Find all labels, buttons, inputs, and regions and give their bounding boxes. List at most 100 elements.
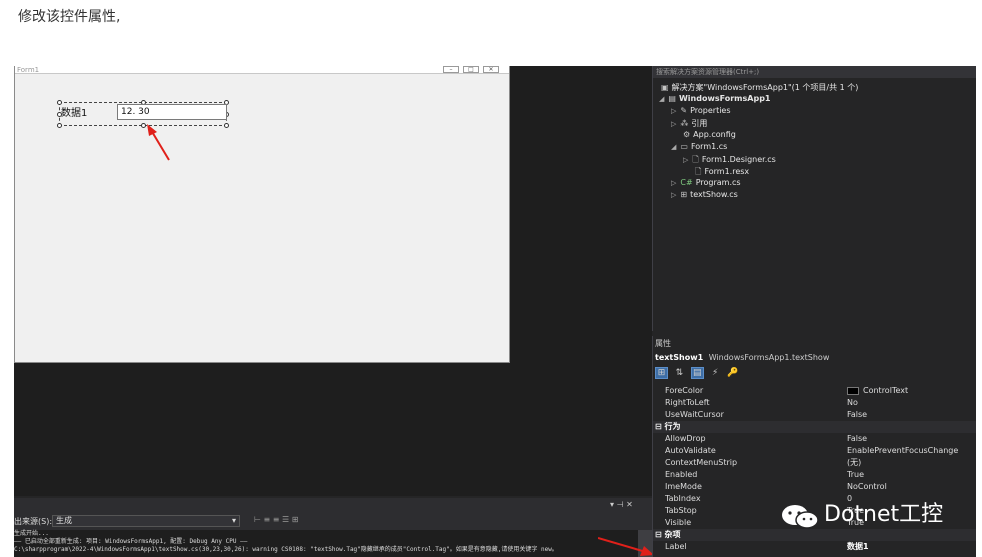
collapsed-arrow-icon: ▷ bbox=[671, 191, 677, 199]
form-title: Form1 bbox=[17, 66, 40, 74]
property-pages-icon[interactable]: 🔑 bbox=[727, 368, 740, 380]
property-row[interactable]: UseWaitCursor False bbox=[653, 409, 976, 421]
collapsed-arrow-icon: ▷ bbox=[671, 120, 677, 128]
properties-toolbar: ⊞ ⇅ ▤ ⚡ 🔑 bbox=[655, 367, 742, 381]
properties-view-icon[interactable]: ▤ bbox=[690, 367, 704, 379]
output-source-select[interactable]: 生成 ▾ bbox=[52, 515, 240, 527]
property-value: ControlText bbox=[847, 385, 908, 397]
property-value: False bbox=[847, 410, 868, 419]
tree-item-label: 引用 bbox=[691, 119, 708, 128]
category-name: 杂项 bbox=[664, 530, 681, 539]
watermark-text: Dotnet工控 bbox=[824, 502, 944, 527]
property-name: AllowDrop bbox=[665, 434, 706, 443]
tree-item-textshow[interactable]: ▷ ⊞ textShow.cs bbox=[671, 190, 738, 199]
solution-icon: ▣ bbox=[661, 83, 669, 92]
property-row[interactable]: Label 数据1 bbox=[653, 541, 976, 553]
designer-surface: Form1 – □ ✕ 数据1 12. 30 bbox=[14, 66, 652, 496]
output-panel-header: ▾ ⊣ ✕ bbox=[14, 498, 652, 512]
output-text: 生成开始... —— 已启动全部重新生成: 项目: WindowsFormsAp… bbox=[14, 530, 638, 557]
form-icon: ▭ bbox=[680, 142, 688, 151]
tree-item-app-config[interactable]: ⚙ App.config bbox=[683, 130, 736, 139]
property-name: TabStop bbox=[665, 506, 697, 515]
resx-file-icon: 🗋 bbox=[695, 167, 702, 176]
output-toolbar: 出来源(S): 生成 ▾ ⊢ ≡ ≡ ☰ ⊞ bbox=[14, 512, 652, 530]
expanded-arrow-icon: ◢ bbox=[671, 143, 677, 151]
watermark: Dotnet工控 bbox=[780, 498, 970, 532]
tree-item-program[interactable]: ▷ C# Program.cs bbox=[671, 178, 741, 187]
property-row[interactable]: ForeColor ControlText bbox=[653, 385, 976, 397]
property-name: ContextMenuStrip bbox=[665, 458, 738, 467]
form1-design-window[interactable]: Form1 – □ ✕ 数据1 12. 30 bbox=[14, 66, 510, 363]
property-value: (无) bbox=[847, 458, 862, 467]
expanded-arrow-icon: ◢ bbox=[659, 95, 665, 103]
property-row[interactable]: AutoValidate EnablePreventFocusChange bbox=[653, 445, 976, 457]
wrench-icon: ✎ bbox=[680, 106, 688, 115]
events-icon[interactable]: ⚡ bbox=[709, 368, 722, 380]
property-value: False bbox=[847, 434, 868, 443]
property-name: ForeColor bbox=[665, 386, 704, 395]
resize-handle[interactable] bbox=[224, 123, 229, 128]
properties-object-selector[interactable]: textShow1 WindowsFormsApp1.textShow bbox=[655, 352, 976, 364]
property-name: TabIndex bbox=[665, 494, 701, 503]
maximize-icon: □ bbox=[463, 66, 479, 73]
visual-studio-screenshot: Form1 – □ ✕ 数据1 12. 30 ▾ ⊣ ✕ 出来源(S): 生成 … bbox=[14, 66, 976, 557]
object-name: textShow1 bbox=[655, 353, 704, 362]
minimize-icon: – bbox=[443, 66, 459, 73]
tree-item-label: Form1.resx bbox=[704, 167, 750, 176]
csharp-file-icon: C# bbox=[680, 178, 693, 187]
property-row[interactable]: RightToLeft No bbox=[653, 397, 976, 409]
property-value: No bbox=[847, 398, 858, 407]
tree-item-solution[interactable]: ▣ 解决方案"WindowsFormsApp1"(1 个项目/共 1 个) bbox=[661, 82, 858, 93]
property-name: Enabled bbox=[665, 470, 698, 479]
property-category[interactable]: ⊟ 行为 bbox=[653, 421, 976, 433]
property-value: 数据1 bbox=[847, 542, 869, 551]
tree-item-properties[interactable]: ▷ ✎ Properties bbox=[671, 106, 731, 115]
property-name: UseWaitCursor bbox=[665, 410, 724, 419]
property-name: Label bbox=[665, 542, 687, 551]
categorized-icon[interactable]: ⊞ bbox=[655, 367, 668, 379]
output-source-value: 生成 bbox=[56, 516, 72, 525]
property-value: True bbox=[847, 470, 864, 479]
control-textbox[interactable]: 12. 30 bbox=[117, 104, 227, 120]
tree-item-label: 解决方案"WindowsFormsApp1"(1 个项目/共 1 个) bbox=[671, 83, 859, 92]
form-title-bar: Form1 bbox=[15, 66, 509, 74]
alphabetical-icon[interactable]: ⇅ bbox=[673, 368, 686, 380]
tree-item-label: App.config bbox=[693, 130, 736, 139]
resize-handle[interactable] bbox=[57, 123, 62, 128]
category-name: 行为 bbox=[664, 422, 681, 431]
tree-item-label: Form1.Designer.cs bbox=[701, 155, 776, 164]
panel-pin-icon[interactable]: ▾ ⊣ ✕ bbox=[610, 500, 633, 509]
solution-search-input[interactable]: 搜索解决方案资源管理器(Ctrl+;) bbox=[653, 66, 976, 78]
collapsed-arrow-icon: ▷ bbox=[671, 107, 677, 115]
property-value-text: ControlText bbox=[863, 386, 909, 395]
output-toolbar-icons[interactable]: ⊢ ≡ ≡ ☰ ⊞ bbox=[254, 515, 298, 524]
property-row[interactable]: Enabled True bbox=[653, 469, 976, 481]
collapsed-arrow-icon: ▷ bbox=[683, 156, 689, 164]
caption-text: 修改该控件属性, bbox=[18, 9, 121, 25]
tree-item-label: textShow.cs bbox=[690, 190, 738, 199]
tree-item-references[interactable]: ▷ ⁂ 引用 bbox=[671, 118, 707, 129]
close-icon: ✕ bbox=[483, 66, 499, 73]
properties-title: 属性 bbox=[655, 339, 671, 348]
csharp-project-icon: ▤ bbox=[668, 94, 676, 103]
chevron-down-icon: ▾ bbox=[231, 516, 236, 525]
property-name: ImeMode bbox=[665, 482, 702, 491]
cs-file-icon: 🗋 bbox=[692, 155, 699, 164]
references-icon: ⁂ bbox=[680, 119, 689, 128]
tree-item-form1[interactable]: ◢ ▭ Form1.cs bbox=[671, 142, 727, 151]
component-icon: ⊞ bbox=[680, 190, 688, 199]
red-arrow-icon bbox=[598, 537, 654, 556]
property-row[interactable]: ImeMode NoControl bbox=[653, 481, 976, 493]
property-row[interactable]: AllowDrop False bbox=[653, 433, 976, 445]
output-source-label: 出来源(S): bbox=[14, 517, 53, 526]
property-name: AutoValidate bbox=[665, 446, 716, 455]
collapsed-arrow-icon: ▷ bbox=[671, 179, 677, 187]
tree-item-label: Form1.cs bbox=[690, 142, 728, 151]
red-arrow-icon bbox=[147, 124, 170, 161]
property-row[interactable]: ContextMenuStrip (无) bbox=[653, 457, 976, 469]
solution-explorer: 搜索解决方案资源管理器(Ctrl+;) ▣ 解决方案"WindowsFormsAp… bbox=[652, 66, 976, 331]
tree-item-label: Properties bbox=[690, 106, 731, 115]
property-name: Visible bbox=[665, 518, 692, 527]
tree-item-project[interactable]: ◢ ▤ WindowsFormsApp1 bbox=[659, 94, 770, 103]
property-value: EnablePreventFocusChange bbox=[847, 446, 959, 455]
